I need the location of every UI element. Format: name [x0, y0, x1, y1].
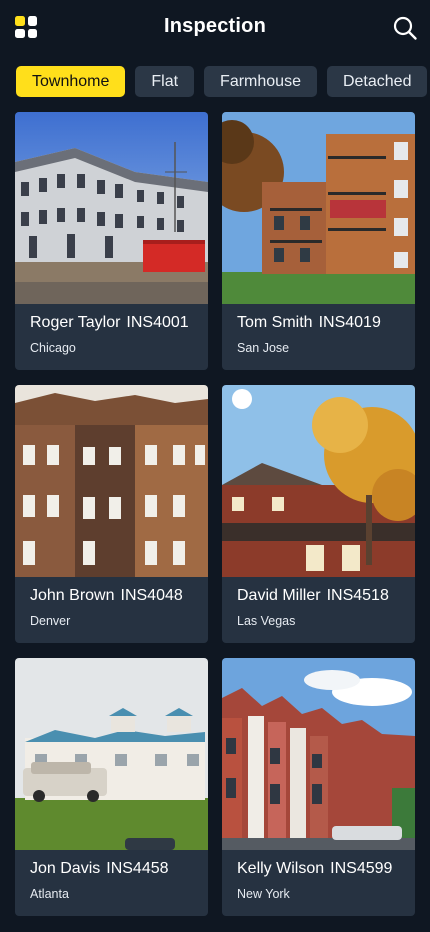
inspection-card[interactable]: Roger Taylor INS4001 Chicago: [15, 112, 208, 370]
inspector-name: David Miller: [237, 587, 321, 604]
inspector-name: Kelly Wilson: [237, 860, 325, 877]
inspection-code: INS4019: [318, 314, 381, 331]
property-photo: [15, 112, 208, 304]
inspection-code: INS4001: [126, 314, 189, 331]
card-city: Denver: [30, 614, 71, 628]
inspection-card[interactable]: Kelly Wilson INS4599 New York: [222, 658, 415, 916]
card-city: San Jose: [237, 341, 290, 355]
card-title: Tom Smith INS4019: [237, 314, 381, 332]
filter-chips: Townhome Flat Farmhouse Detached: [16, 66, 428, 98]
inspection-card[interactable]: Jon Davis INS4458 Atlanta: [15, 658, 208, 916]
inspector-name: John Brown: [30, 587, 115, 604]
inspection-card[interactable]: John Brown INS4048 Denver: [15, 385, 208, 643]
card-title: Jon Davis INS4458: [30, 860, 169, 878]
filter-chip-farmhouse[interactable]: Farmhouse: [204, 66, 317, 97]
search-icon[interactable]: [392, 15, 418, 41]
card-city: Atlanta: [30, 887, 69, 901]
property-photo: [222, 112, 415, 304]
inspection-card[interactable]: David Miller INS4518 Las Vegas: [222, 385, 415, 643]
card-city: New York: [237, 887, 290, 901]
property-photo: [15, 385, 208, 577]
inspection-code: INS4458: [106, 860, 169, 877]
page-title: Inspection: [163, 15, 266, 37]
inspection-code: INS4518: [326, 587, 389, 604]
property-photo: [15, 658, 208, 850]
card-title: Roger Taylor INS4001: [30, 314, 189, 332]
inspection-code: INS4599: [330, 860, 393, 877]
card-title: John Brown INS4048: [30, 587, 183, 605]
card-city: Las Vegas: [237, 614, 296, 628]
inspector-name: Roger Taylor: [30, 314, 121, 331]
property-photo: [222, 658, 415, 850]
property-photo: [222, 385, 415, 577]
inspection-card[interactable]: Tom Smith INS4019 San Jose: [222, 112, 415, 370]
app-header: Inspection: [0, 0, 430, 56]
inspection-code: INS4048: [120, 587, 183, 604]
filter-chip-detached[interactable]: Detached: [326, 66, 428, 97]
inspector-name: Tom Smith: [237, 314, 313, 331]
inspector-name: Jon Davis: [30, 860, 101, 877]
card-title: Kelly Wilson INS4599: [237, 860, 392, 878]
card-city: Chicago: [30, 341, 76, 355]
filter-chip-flat[interactable]: Flat: [135, 66, 195, 97]
filter-chip-townhome[interactable]: Townhome: [16, 66, 126, 97]
card-title: David Miller INS4518: [237, 587, 389, 605]
